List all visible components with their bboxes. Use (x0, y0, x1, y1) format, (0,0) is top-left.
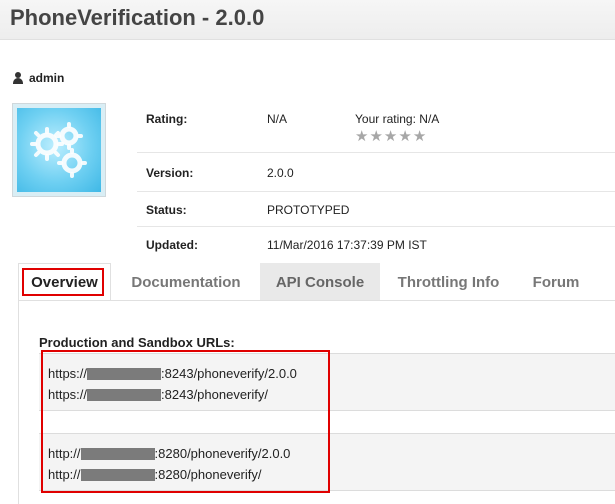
overview-panel: Production and Sandbox URLs: https:// :8… (18, 300, 615, 504)
star-icon[interactable]: ★ (384, 129, 397, 144)
your-rating-label: Your rating: (355, 112, 416, 126)
owner: admin (12, 71, 64, 85)
star-icon[interactable]: ★ (355, 129, 368, 144)
star-icon[interactable]: ★ (413, 129, 426, 144)
rating-row: Rating: N/A Your rating: N/A ★ ★ ★ ★ ★ (137, 101, 615, 153)
version-value: 2.0.0 (267, 166, 294, 180)
tab-api-console[interactable]: API Console (260, 263, 380, 301)
your-rating-value: N/A (419, 112, 440, 126)
tab-throttling-info[interactable]: Throttling Info (384, 263, 513, 301)
updated-label: Updated: (146, 238, 198, 252)
page-title: PhoneVerification - 2.0.0 (10, 5, 265, 30)
urls-highlight (41, 350, 330, 493)
user-icon (12, 72, 24, 84)
overview-highlight (22, 268, 104, 296)
version-label: Version: (146, 166, 194, 180)
tab-bar: Overview Documentation API Console Throt… (18, 263, 615, 301)
your-rating: Your rating: N/A ★ ★ ★ ★ ★ (355, 112, 440, 144)
status-row: Status: PROTOTYPED (137, 192, 615, 227)
title-bar: PhoneVerification - 2.0.0 (0, 0, 615, 40)
status-label: Status: (146, 203, 187, 217)
star-icon[interactable]: ★ (398, 129, 411, 144)
api-info-table: Rating: N/A Your rating: N/A ★ ★ ★ ★ ★ V… (137, 101, 615, 260)
gears-icon (17, 108, 101, 192)
star-icon[interactable]: ★ (369, 129, 382, 144)
status-value: PROTOTYPED (267, 203, 350, 217)
updated-row: Updated: 11/Mar/2016 17:37:39 PM IST (137, 227, 615, 260)
version-row: Version: 2.0.0 (137, 153, 615, 192)
star-rating[interactable]: ★ ★ ★ ★ ★ (355, 129, 439, 144)
rating-label: Rating: (146, 112, 188, 126)
api-thumbnail (12, 103, 106, 197)
rating-value: N/A (267, 112, 288, 126)
tab-documentation[interactable]: Documentation (115, 263, 257, 301)
updated-value: 11/Mar/2016 17:37:39 PM IST (267, 238, 427, 252)
tab-forum[interactable]: Forum (518, 263, 594, 301)
urls-title: Production and Sandbox URLs: (39, 335, 235, 350)
owner-name: admin (29, 71, 65, 85)
